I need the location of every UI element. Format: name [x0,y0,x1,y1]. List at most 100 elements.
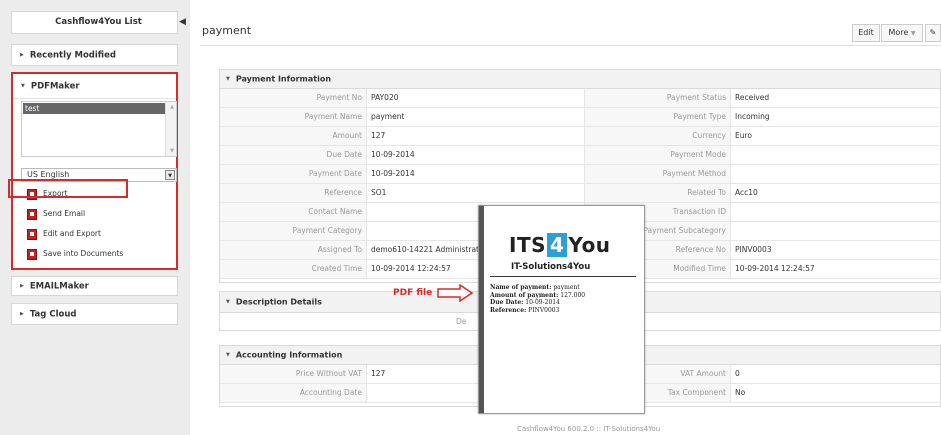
field-label: Currency [584,127,730,145]
field-label: Payment Mode [584,146,730,164]
detail-row: Due Date 10-09-2014 Payment Mode [220,146,941,165]
collapse-arrow-icon: ▼ [226,76,230,82]
detail-row: Payment Name payment Payment Type Incoming [220,108,941,127]
its4you-logo: ITS 4 You [509,233,611,257]
pdf-page-edge [479,206,484,413]
list-title-box[interactable]: Cashflow4You List [11,11,178,34]
emailmaker-label: EMAILMaker [29,281,89,292]
field-label: Contact Name [220,203,366,221]
field-label: Payment Type [584,108,730,126]
template-list[interactable]: test ▲ ▼ [21,101,177,157]
field-value[interactable]: Euro [730,127,941,145]
detail-row: Payment Date 10-09-2014 Payment Method [220,165,941,184]
payment-info-header[interactable]: ▼ Payment Information [220,70,940,89]
pdf-icon [27,248,37,260]
dropdown-arrow-icon[interactable]: ▼ [165,170,175,180]
edit-export-action[interactable]: Edit and Export [27,226,101,241]
field-value[interactable]: Received [730,89,941,107]
save-documents-action[interactable]: Save into Documents [27,246,123,261]
save-documents-label: Save into Documents [43,249,124,258]
payment-info-label: Payment Information [235,74,332,84]
pdf-preview: ITS 4 You IT-Solutions4You Name of payment… [478,205,645,414]
export-highlight [8,179,128,198]
accounting-label: Accounting Information [235,350,343,360]
emailmaker-header[interactable]: ▶ EMAILMaker [12,277,177,295]
field-value[interactable]: Acc10 [730,184,941,202]
wrench-button[interactable]: ✎ [925,24,941,42]
collapse-arrow-icon: ▼ [226,352,230,358]
expand-arrow-icon: ▶ [20,52,24,58]
field-value[interactable]: 10-09-2014 12:24:57 [730,260,941,278]
field-label: Related To [584,184,730,202]
field-label: Payment Name [220,108,366,126]
field-label: Payment Method [584,165,730,183]
scroll-down-icon[interactable]: ▼ [170,148,174,154]
list-title[interactable]: Cashflow4You List [12,12,177,33]
pdfmaker-header[interactable]: ▼ PDFMaker [13,74,176,99]
tag-cloud-box[interactable]: ▶ Tag Cloud [11,303,178,325]
field-value[interactable] [730,146,941,164]
footer-text: Cashflow4You 600.2.0 :: IT-Solutions4You [517,425,661,433]
scroll-up-icon[interactable]: ▲ [170,104,174,110]
field-value[interactable]: PAY020 [366,89,584,107]
field-value[interactable]: 127 [366,127,584,145]
field-label: Due Date [220,146,366,164]
field-value[interactable]: No [730,384,941,402]
field-value[interactable]: 0 [730,365,941,383]
emailmaker-box[interactable]: ▶ EMAILMaker [11,276,178,296]
detail-row: Payment No PAY020 Payment Status Received [220,89,941,108]
description-label: Description Details [235,297,322,307]
field-label: Created Time [220,260,366,278]
field-label: Amount [220,127,366,145]
wrench-icon: ✎ [929,28,937,37]
field-value[interactable]: Incoming [730,108,941,126]
description-field-label: De [456,317,467,326]
field-value[interactable]: 10-09-2014 [366,146,584,164]
collapse-arrow-icon: ▼ [226,299,230,305]
field-value[interactable]: payment [366,108,584,126]
field-label: Payment Date [220,165,366,183]
detail-row: Amount 127 Currency Euro [220,127,941,146]
field-value[interactable] [730,203,941,221]
pdf-line-name: Name of payment: payment [490,284,580,291]
field-label: Payment Category [220,222,366,240]
expand-arrow-icon: ▶ [20,311,24,317]
pdf-line-amount: Amount of payment: 127.000 [490,291,586,299]
pdf-icon [27,208,37,220]
send-email-label: Send Email [43,209,86,218]
more-button[interactable]: More ▼ [881,24,923,42]
page-title: payment [202,24,252,37]
pdf-line-reference: Reference: PINV0003 [490,306,560,314]
pdfmaker-box: ▼ PDFMaker test ▲ ▼ US English ▼ Export S… [11,72,178,270]
field-label: Reference [220,184,366,202]
template-item[interactable]: test [23,103,166,114]
field-label: Assigned To [220,241,366,259]
edit-button[interactable]: Edit [852,24,880,42]
field-value[interactable] [730,222,941,240]
field-value[interactable] [730,165,941,183]
field-value[interactable]: PINV0003 [730,241,941,259]
pdfmaker-label: PDFMaker [30,81,80,92]
language-value: US English [27,170,70,179]
recently-modified-header[interactable]: ▶ Recently Modified [12,45,177,65]
pdf-file-label: PDF file [393,288,433,298]
expand-arrow-icon: ▶ [20,283,24,289]
tag-cloud-label: Tag Cloud [29,309,77,320]
recently-modified-box[interactable]: ▶ Recently Modified [11,44,178,66]
sidebar: Cashflow4You List ▶ Recently Modified ▼ PD… [0,0,190,435]
pdf-icon [27,228,37,240]
template-scrollbar[interactable]: ▲ ▼ [165,102,176,156]
recently-modified-label: Recently Modified [29,50,116,61]
collapse-arrow-icon: ▼ [21,83,25,89]
field-label: Payment Status [584,89,730,107]
field-value[interactable]: 10-09-2014 [366,165,584,183]
arrow-right-icon [437,284,474,302]
pdf-divider [490,276,636,277]
chevron-down-icon: ▼ [910,30,916,37]
field-label: Accounting Date [220,384,366,402]
field-label: Payment No [220,89,366,107]
send-email-action[interactable]: Send Email [27,206,85,221]
field-value[interactable]: SO1 [366,184,584,202]
sidebar-collapse-icon[interactable]: ◀ [179,17,186,27]
tag-cloud-header[interactable]: ▶ Tag Cloud [12,304,177,324]
